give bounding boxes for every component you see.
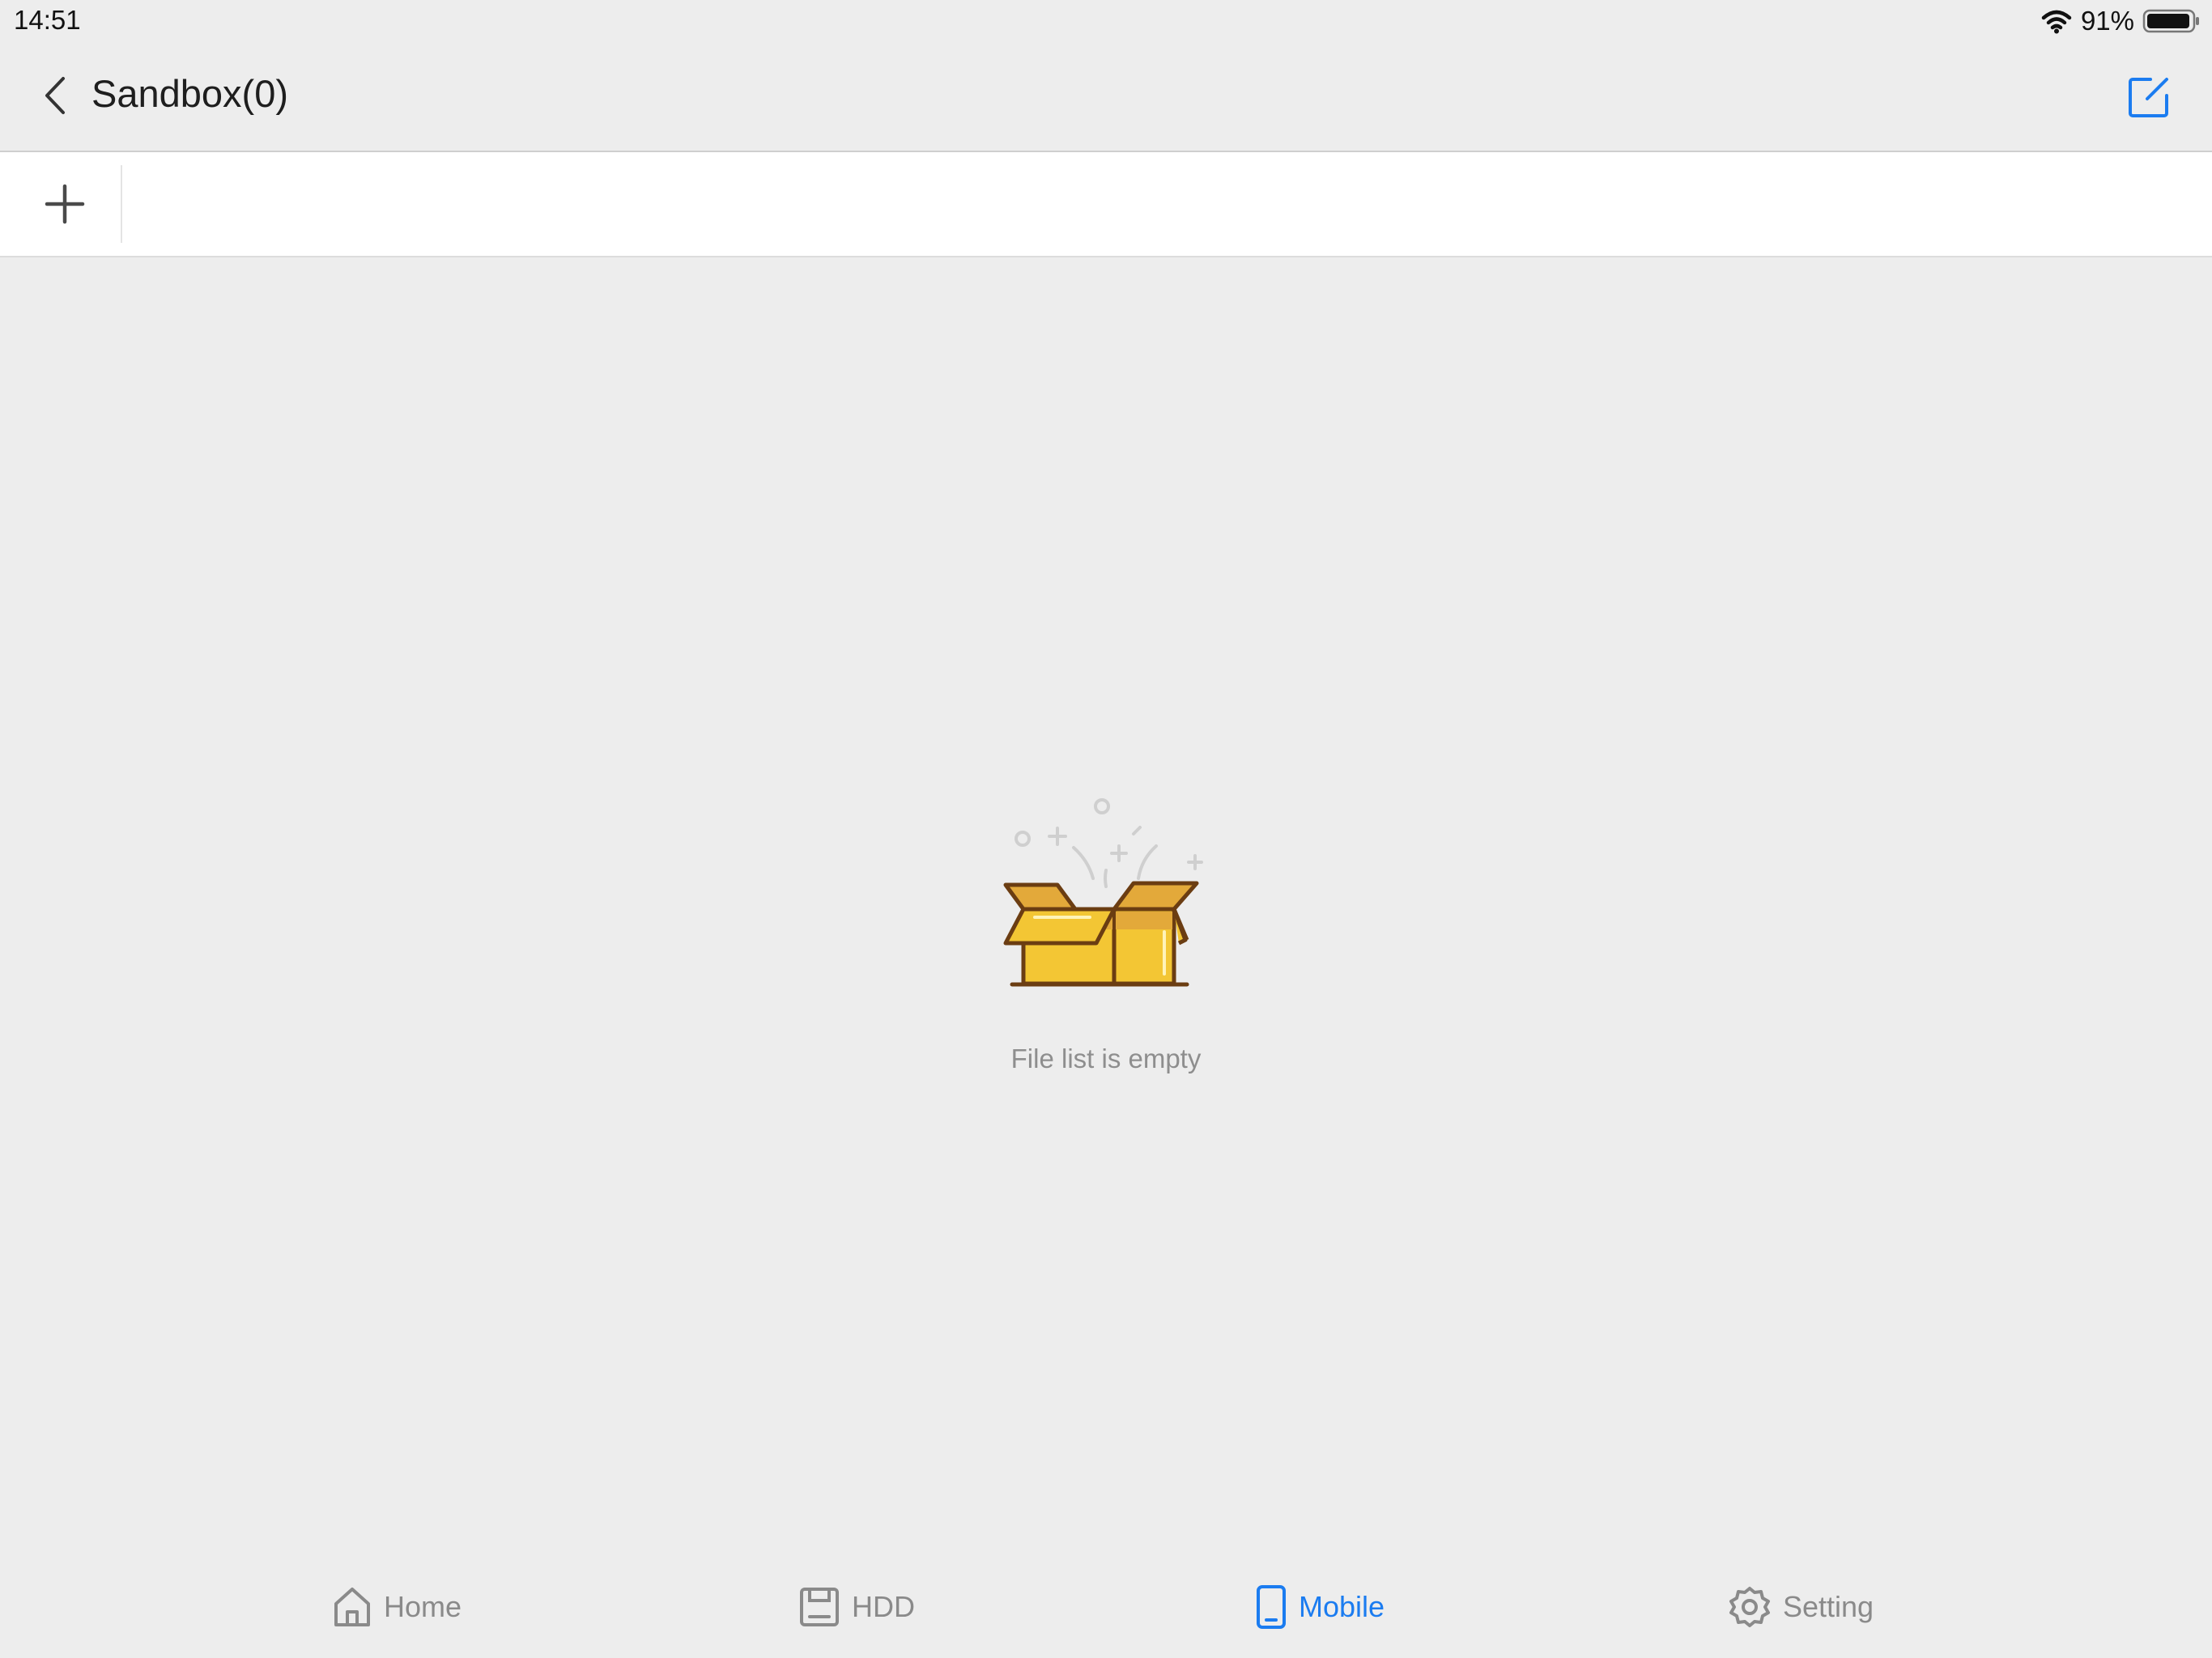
add-button[interactable] bbox=[32, 176, 97, 232]
tab-bar: Home HDD Mobile Setting bbox=[0, 1554, 2212, 1658]
status-time: 14:51 bbox=[14, 5, 81, 35]
back-button[interactable] bbox=[36, 73, 74, 118]
plus-icon bbox=[45, 184, 85, 224]
tab-mobile[interactable]: Mobile bbox=[1255, 1579, 1385, 1635]
status-indicators: 91% bbox=[2040, 5, 2201, 37]
gear-icon bbox=[1729, 1587, 1770, 1627]
mobile-icon bbox=[1257, 1585, 1286, 1629]
page-title: Sandbox(0) bbox=[91, 72, 288, 115]
open-box-icon bbox=[1003, 798, 1203, 987]
tab-label-setting: Setting bbox=[1783, 1590, 1874, 1623]
tab-label-mobile: Mobile bbox=[1299, 1590, 1385, 1623]
home-icon bbox=[334, 1588, 370, 1626]
edit-icon bbox=[2129, 78, 2168, 117]
chevron-left-icon bbox=[45, 77, 65, 114]
tab-label-hdd: HDD bbox=[852, 1590, 915, 1623]
empty-message: File list is empty bbox=[1010, 1044, 1202, 1073]
status-bar: 14:51 91% bbox=[0, 0, 2212, 40]
tab-home[interactable]: Home bbox=[332, 1579, 462, 1635]
tab-hdd[interactable]: HDD bbox=[798, 1579, 915, 1635]
tab-setting[interactable]: Setting bbox=[1728, 1579, 1874, 1635]
toolbar-divider bbox=[121, 165, 122, 243]
edit-button[interactable] bbox=[2126, 74, 2172, 120]
battery-percent: 91% bbox=[2080, 6, 2134, 36]
navigation-bar: Sandbox(0) bbox=[0, 40, 2212, 152]
battery-icon bbox=[2142, 9, 2199, 33]
wifi-icon bbox=[2041, 10, 2072, 34]
toolbar bbox=[0, 152, 2212, 257]
tab-label-home: Home bbox=[384, 1590, 462, 1623]
hdd-icon bbox=[800, 1588, 839, 1626]
